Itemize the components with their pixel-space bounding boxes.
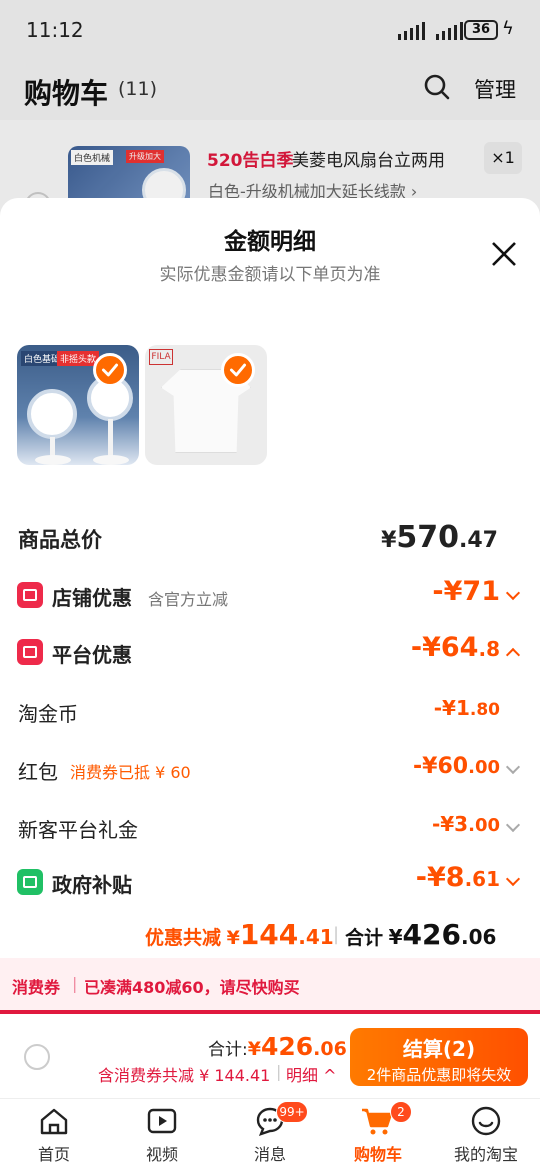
- total-amount: ¥570.47: [381, 520, 498, 555]
- checkout-separator: |: [276, 1062, 282, 1081]
- store-discount-note: 含官方立减: [148, 590, 229, 609]
- gov-subsidy-label: 政府补贴: [52, 873, 132, 897]
- chevron-up-icon[interactable]: [505, 647, 521, 663]
- row-gov-subsidy[interactable]: 政府补贴 -¥8.61: [0, 862, 540, 902]
- checkout-bar: 合计:¥426.06 含消费券共减 ¥ 144.41 | 明细 ^ 结算(2) …: [0, 1014, 540, 1098]
- platform-discount-amount: -¥64.8: [410, 632, 500, 663]
- row-total: 商品总价 ¥570.47: [0, 520, 540, 560]
- checkout-button-sub: 2件商品优惠即将失效: [366, 1066, 512, 1084]
- store-discount-amount: -¥71: [432, 576, 500, 607]
- cart-icon: [362, 1108, 393, 1135]
- screen: 11:12 36 ϟ 购物车 (11) 管理 白色机械 升级加大 520告白季 …: [0, 0, 540, 1165]
- tab-cart[interactable]: 2 购物车: [324, 1099, 432, 1165]
- coupon-text: 已凑满480减60，请尽快购买: [84, 978, 300, 997]
- taojinbi-amount: -¥1.80: [433, 696, 500, 720]
- summary-line: 优惠共减 ¥144.41 | 合计 ¥426.06: [0, 916, 540, 956]
- price-detail-sheet: 金额明细 实际优惠金额请以下单页为准 白色基础 非摇头款 FILA 商品总价 ¥…: [0, 198, 540, 1013]
- thumb-tag-2: 非摇头款: [57, 351, 100, 366]
- close-icon[interactable]: [488, 238, 520, 270]
- home-icon: [40, 1108, 68, 1135]
- fan-pole-2: [108, 419, 113, 457]
- overlay-dim: [0, 0, 540, 220]
- tab-messages[interactable]: 99+ 消息: [216, 1099, 324, 1165]
- grand-total: 合计 ¥426.06: [345, 918, 497, 951]
- checked-icon[interactable]: [93, 353, 127, 387]
- chevron-down-icon[interactable]: [505, 871, 521, 887]
- summary-separator: |: [333, 924, 340, 945]
- tab-video-label: 视频: [145, 1145, 178, 1164]
- fan-base-2: [93, 455, 129, 465]
- checked-icon[interactable]: [221, 353, 255, 387]
- tab-video[interactable]: 视频: [108, 1099, 216, 1165]
- sheet-subtitle: 实际优惠金额请以下单页为准: [159, 265, 381, 285]
- detail-toggle[interactable]: 明细 ^: [286, 1062, 337, 1086]
- sheet-title: 金额明细: [224, 229, 316, 255]
- row-taojinbi: 淘金币 -¥1.80: [0, 694, 540, 734]
- checkout-button[interactable]: 结算(2) 2件商品优惠即将失效: [350, 1028, 528, 1086]
- store-icon: [17, 582, 43, 608]
- bottom-tab-bar: 首页 视频 99+ 消息 2 购物车 我的淘宝: [0, 1098, 540, 1165]
- fan-base: [35, 455, 71, 465]
- tab-home-label: 首页: [37, 1145, 70, 1164]
- checkout-saved: 含消费券共减 ¥ 144.41: [98, 1066, 271, 1085]
- taojinbi-label: 淘金币: [18, 702, 78, 726]
- chevron-down-icon[interactable]: [505, 585, 521, 601]
- saved-total: 优惠共减 ¥144.41: [145, 918, 334, 951]
- coupon-label: 消费券: [12, 978, 61, 997]
- tab-profile[interactable]: 我的淘宝: [432, 1099, 540, 1165]
- tab-messages-label: 消息: [253, 1145, 286, 1164]
- tab-home[interactable]: 首页: [0, 1099, 108, 1165]
- chevron-down-icon[interactable]: [505, 817, 521, 833]
- gov-subsidy-icon: [17, 869, 43, 895]
- product-thumb-fan[interactable]: 白色基础 非摇头款: [17, 345, 139, 465]
- row-store-discount[interactable]: 店铺优惠 含官方立减 -¥71: [0, 576, 540, 616]
- row-hongbao[interactable]: 红包 消费券已抵 ¥ 60 -¥60.00: [0, 752, 540, 792]
- fan-head: [27, 389, 77, 439]
- messages-badge: 99+: [276, 1101, 308, 1123]
- hongbao-amount: -¥60.00: [413, 754, 500, 779]
- product-thumb-tshirt[interactable]: FILA: [145, 345, 267, 465]
- checkout-total: 合计:¥426.06: [208, 1032, 347, 1061]
- checkout-button-label: 结算(2): [402, 1037, 476, 1061]
- select-all-checkbox[interactable]: [24, 1044, 50, 1070]
- chevron-down-icon[interactable]: [505, 759, 521, 775]
- platform-icon: [17, 639, 43, 665]
- brand-logo: FILA: [149, 349, 173, 365]
- hongbao-note: 消费券已抵 ¥ 60: [70, 763, 191, 782]
- store-discount-label: 店铺优惠: [52, 586, 132, 610]
- total-label: 商品总价: [18, 528, 102, 552]
- coupon-separator: |: [72, 974, 78, 993]
- hongbao-label: 红包: [18, 760, 58, 784]
- video-icon: [147, 1108, 177, 1134]
- smiley-icon: [471, 1106, 501, 1136]
- row-newuser[interactable]: 新客平台礼金 -¥3.00: [0, 810, 540, 850]
- gov-subsidy-amount: -¥8.61: [415, 862, 500, 893]
- cart-badge: 2: [390, 1101, 412, 1123]
- coupon-banner[interactable]: 消费券 | 已凑满480减60，请尽快购买: [0, 958, 540, 1010]
- platform-discount-label: 平台优惠: [52, 643, 132, 667]
- tab-cart-label: 购物车: [353, 1145, 402, 1164]
- newuser-label: 新客平台礼金: [18, 818, 138, 842]
- newuser-amount: -¥3.00: [431, 812, 500, 836]
- row-platform-discount[interactable]: 平台优惠 -¥64.8: [0, 632, 540, 672]
- tab-profile-label: 我的淘宝: [453, 1145, 518, 1164]
